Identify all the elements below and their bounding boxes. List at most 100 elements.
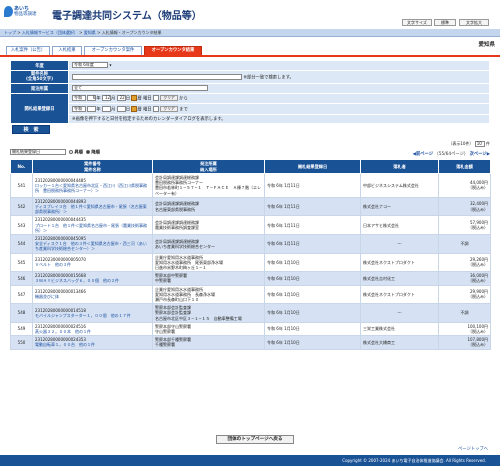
row-amount: 57,900円 （税込み） xyxy=(438,215,491,236)
row-orderer: 会計局調達課調達総務課 名古屋東部県税事務所 xyxy=(152,196,265,217)
delivery-place: あいち産業科学技術総合センター xyxy=(155,243,215,249)
row-orderer: 会計局調達課調達総務課 豊田税務所事務所コーナー 豊田市若林町１−５７−１ Ｔ−ＦＡ… xyxy=(152,173,265,198)
delivery-place: 豊田市若林町１−５７−１ Ｔ−ＦＡＣＥ Ａ棟７階（エレベーター有） xyxy=(155,185,262,196)
orderer-select[interactable]: 全て xyxy=(72,85,208,92)
delivery-place: 瀬戸市長森町山口下１０ xyxy=(155,297,199,303)
to-era-select[interactable]: 令和 xyxy=(72,105,86,112)
result-count: （表示10件） 10 件 xyxy=(448,141,490,147)
row-date: 令和 6年 1月10日 xyxy=(264,284,361,305)
back-to-group-top-button[interactable]: 団体のトップページへ戻る xyxy=(216,435,294,444)
from-clear-button[interactable]: クリア xyxy=(160,95,178,102)
breadcrumb-top[interactable]: トップ xyxy=(4,30,16,35)
tab-bid-result[interactable]: 入札結果 xyxy=(52,46,82,55)
row-amount: 44,000円 （税込み） xyxy=(438,173,491,198)
header-date: 開札結果登録日 xyxy=(264,159,361,174)
row-case: 23120280000000044485 ロッカー１台＜愛知県名古屋市北区・西江川… xyxy=(32,173,153,198)
table-row: 542 23120280000000044893 ディスプレイ３台 他１件＜愛知県名… xyxy=(10,196,491,217)
to-weekday-box xyxy=(153,105,160,112)
header-winner: 落札者 xyxy=(360,159,439,174)
delivery-place: 中警察署 xyxy=(155,278,171,284)
font-standard-button[interactable]: 標準 xyxy=(434,19,456,26)
case-name-input[interactable] xyxy=(72,73,242,80)
row-orderer: 会計局調達課調達総務課 あいち産業科学技術総合センター xyxy=(152,234,265,254)
row-winner: 中部ビジネスシステム株式会社 xyxy=(360,173,439,198)
tab-open-counter-case[interactable]: オープンカウンタ案件 xyxy=(84,46,142,55)
delivery-place: 千種警察署 xyxy=(155,342,175,348)
case-name-link[interactable]: 機器並びに体 xyxy=(35,294,150,299)
breadcrumb-aichi[interactable]: 愛知県 xyxy=(84,30,96,35)
row-winner: 株式会社大橋商工 xyxy=(360,335,439,350)
table-row: 543 23120280000000044435 プロート１台 他１件＜愛知県名古屋… xyxy=(10,215,491,236)
font-large-button[interactable]: 文字拡大 xyxy=(459,19,489,26)
desc-radio[interactable] xyxy=(86,150,91,154)
to-month-input[interactable] xyxy=(102,105,112,112)
from-month-input[interactable]: 12 xyxy=(102,95,112,102)
row-no: 548 xyxy=(10,303,33,323)
row-amount: 36,000円 （税込み） xyxy=(438,271,491,286)
case-name-hint: ※部分一致で検索します。 xyxy=(243,75,294,81)
tab-open-counter-result[interactable]: オープンカウンタ結果 xyxy=(144,46,202,55)
search-form: 年度 令和 6年度 ▾ 案件名称 (全角50文字) ※部分一致で検索します。 発注… xyxy=(10,60,490,125)
table-header-row: No. 案件番号 案件名称 発注所属 納入場所 開札結果登録日 落札者 落札金額 xyxy=(10,159,491,174)
search-button[interactable]: 検 索 xyxy=(12,125,50,134)
site-header: あいち 物品等調達 電子調達共同システム（物品等） 文字サイズ 標準 文字拡大 xyxy=(0,0,500,28)
case-name-sublabel: (全角50文字) xyxy=(25,77,54,82)
to-day-input[interactable] xyxy=(116,105,126,112)
aichi-logo-icon xyxy=(4,6,13,17)
row-no: 550 xyxy=(10,335,33,350)
row-winner: 株式会社ナコー xyxy=(360,196,439,217)
from-weekday-box xyxy=(153,95,160,102)
header-case: 案件番号 案件名称 xyxy=(32,159,153,174)
case-name-link[interactable]: ３ＷＡＹビジネスバッグ６，００個 他の２件 xyxy=(35,278,150,283)
row-no: 542 xyxy=(10,196,33,217)
table-row: 548 23120280000000014518 モバイルジャンプスターター１，００… xyxy=(10,303,491,323)
case-name-link[interactable]: プロート１台 他１件＜愛知県名古屋市・尾張（農業技術事務所）＞ xyxy=(35,223,150,233)
case-name-link[interactable]: モバイルジャンプスターター１，００個 他の１７件 xyxy=(35,313,150,318)
chevron-down-icon: ▾ xyxy=(109,63,112,69)
row-case: 23120280000000024353 電動自転車１，００台 他の１件 xyxy=(32,335,153,350)
asc-radio[interactable] xyxy=(69,150,74,154)
amount-note: （税込み） xyxy=(468,278,488,284)
row-no: 543 xyxy=(10,215,33,236)
delivery-place: 日進市米野木町梅ヶ丘１−１ xyxy=(155,265,207,271)
case-name-link[interactable]: Ｖベルト 他の３件 xyxy=(35,262,150,267)
delivery-place: 名古屋東部県税事務所 xyxy=(155,206,195,212)
case-name-link[interactable]: ディスプレイ３台 他１件＜愛知県名古屋市・尾張（名古屋東部県税事務所）＞ xyxy=(35,204,150,214)
next-page-link[interactable]: 次ページ xyxy=(470,152,487,157)
row-winner: 株式会社吉村化工 xyxy=(360,271,439,286)
breadcrumb-group-select[interactable]: 入札情報サービス（団体選択） xyxy=(22,30,78,35)
case-name-link[interactable]: 蒸火器３２，００本 他の１件 xyxy=(35,329,150,334)
page-top-link[interactable]: ページトップへ xyxy=(458,446,488,452)
per-page-select[interactable]: 10 xyxy=(474,141,485,147)
font-size-label: 文字サイズ xyxy=(402,19,432,26)
case-name-link[interactable]: 安全ディスク１台 他の３件＜愛知県名古屋市・西三河（あいち産業科学技術総合センタ… xyxy=(35,241,150,251)
to-clear-button[interactable]: クリア xyxy=(160,105,178,112)
row-case: 23120280000000014518 モバイルジャンプスターター１，００個 他… xyxy=(32,303,153,323)
header-amount: 落札金額 xyxy=(438,159,491,174)
row-case: 23120280000000044435 プロート１台 他１件＜愛知県名古屋市・尾… xyxy=(32,215,153,236)
row-orderer: 警察本部会計監査課 警察本部会計監査課 名古屋市北区中区３−１−１５ 自動車整備工場 xyxy=(152,303,265,323)
prev-page-link[interactable]: 前ページ xyxy=(416,152,433,157)
from-weekday-label: 曜日 xyxy=(143,96,152,102)
sort-select[interactable]: 開札結果登録日 xyxy=(10,149,66,155)
row-winner: 株式会社ネクストプロダクト xyxy=(360,252,439,273)
year-select[interactable]: 令和 6年度 xyxy=(72,62,108,69)
date-note: ※画像を押下すると日付を指定するためのカレンダーダイアログを表示します。 xyxy=(68,113,490,125)
row-case: 23120280000000015668 ３ＷＡＹビジネスバッグ６，００個 他の２… xyxy=(32,271,153,286)
case-name-link[interactable]: 電動自転車１，００台 他の１件 xyxy=(35,342,150,347)
row-winner: --- xyxy=(360,234,439,254)
table-row: 541 23120280000000044485 ロッカー１台＜愛知県名古屋市北区・… xyxy=(10,173,491,198)
case-name-link[interactable]: ロッカー１台＜愛知県名古屋市北区・西江川（西江川県税事務所 豊田税務所事務所コー… xyxy=(35,183,150,193)
delivery-place: 名古屋市北区中区３−１−１５ 自動車整備工場 xyxy=(155,315,242,321)
row-date: 令和 6年 1月10日 xyxy=(264,271,361,286)
amount-note: （税込み） xyxy=(468,329,488,335)
delivery-place: 農業技術事務所調査課室 xyxy=(155,225,199,231)
from-era-select[interactable]: 令和 xyxy=(72,95,86,102)
from-day-input[interactable]: 22 xyxy=(116,95,126,102)
table-row: 547 23120280000000013466 機器並びに体 企業庁愛知用水水道事務… xyxy=(10,284,491,305)
row-case: 23120230000000005070 Ｖベルト 他の３件 xyxy=(32,252,153,273)
amount-note: （税込み） xyxy=(468,342,488,348)
row-amount: 29,260円 （税込み） xyxy=(438,252,491,273)
next-arrow-icon[interactable]: ▶ xyxy=(487,152,490,157)
tab-bid-notice[interactable]: 入札案件（公告） xyxy=(6,46,50,55)
